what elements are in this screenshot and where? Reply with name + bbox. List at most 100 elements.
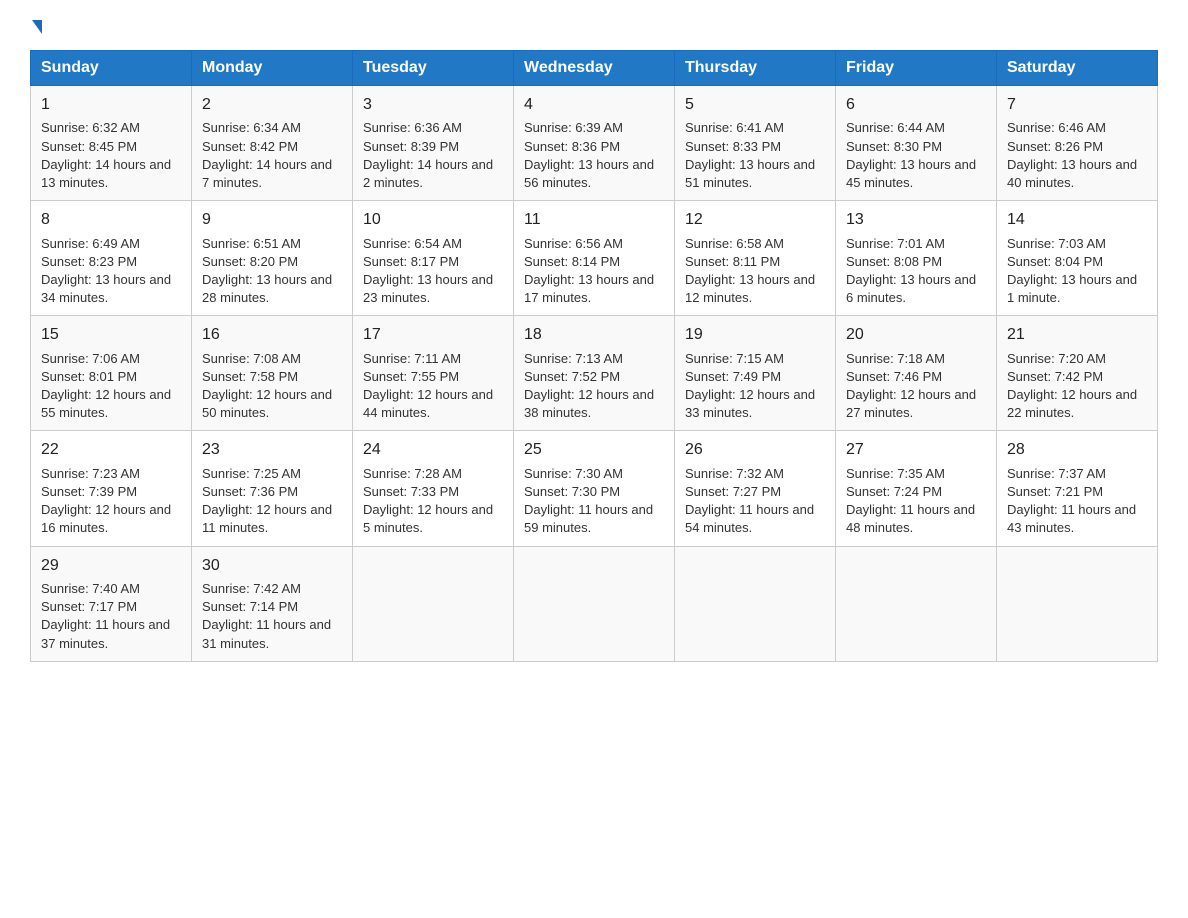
calendar-cell: 30 Sunrise: 7:42 AM Sunset: 7:14 PM Dayligh…	[192, 546, 353, 661]
sunset-text: Sunset: 7:30 PM	[524, 484, 620, 499]
sunset-text: Sunset: 7:42 PM	[1007, 369, 1103, 384]
day-number: 21	[1007, 324, 1147, 346]
sunset-text: Sunset: 8:17 PM	[363, 254, 459, 269]
sunset-text: Sunset: 8:11 PM	[685, 254, 780, 269]
calendar-cell: 18Sunrise: 7:13 AMSunset: 7:52 PMDayligh…	[514, 316, 675, 431]
sunset-text: Sunset: 7:36 PM	[202, 484, 298, 499]
sunrise-text: Sunrise: 7:20 AM	[1007, 351, 1106, 366]
daylight-text: Daylight: 14 hours and 7 minutes.	[202, 157, 332, 190]
sunset-text: Sunset: 8:42 PM	[202, 139, 298, 154]
day-number: 1	[41, 94, 181, 116]
sunrise-text: Sunrise: 7:42 AM	[202, 581, 301, 596]
calendar-week-row: 8Sunrise: 6:49 AMSunset: 8:23 PMDaylight…	[31, 201, 1158, 316]
daylight-text: Daylight: 11 hours and 43 minutes.	[1007, 502, 1136, 535]
sunset-text: Sunset: 8:23 PM	[41, 254, 137, 269]
day-number: 15	[41, 324, 181, 346]
sunset-text: Sunset: 7:14 PM	[202, 599, 298, 614]
day-number: 12	[685, 209, 825, 231]
sunrise-text: Sunrise: 7:06 AM	[41, 351, 140, 366]
sunset-text: Sunset: 8:04 PM	[1007, 254, 1103, 269]
daylight-text: Daylight: 13 hours and 17 minutes.	[524, 272, 654, 305]
sunset-text: Sunset: 8:30 PM	[846, 139, 942, 154]
daylight-text: Daylight: 12 hours and 5 minutes.	[363, 502, 493, 535]
sunrise-text: Sunrise: 6:44 AM	[846, 120, 945, 135]
daylight-text: Daylight: 12 hours and 50 minutes.	[202, 387, 332, 420]
day-number: 30	[202, 555, 342, 577]
sunrise-text: Sunrise: 6:54 AM	[363, 236, 462, 251]
calendar-cell: 3Sunrise: 6:36 AMSunset: 8:39 PMDaylight…	[353, 86, 514, 201]
daylight-text: Daylight: 12 hours and 33 minutes.	[685, 387, 815, 420]
sunset-text: Sunset: 8:08 PM	[846, 254, 942, 269]
calendar-header: SundayMondayTuesdayWednesdayThursdayFrid…	[31, 51, 1158, 86]
calendar-cell: 21 Sunrise: 7:20 AM Sunset: 7:42 PM Dayligh…	[997, 316, 1158, 431]
calendar-cell: 28 Sunrise: 7:37 AM Sunset: 7:21 PM Dayligh…	[997, 431, 1158, 546]
sunset-text: Sunset: 8:20 PM	[202, 254, 298, 269]
sunset-text: Sunset: 8:33 PM	[685, 139, 781, 154]
sunset-text: Sunset: 7:24 PM	[846, 484, 942, 499]
sunset-text: Sunset: 8:14 PM	[524, 254, 620, 269]
calendar-cell: 6Sunrise: 6:44 AMSunset: 8:30 PMDaylight…	[836, 86, 997, 201]
calendar-body: 1Sunrise: 6:32 AMSunset: 8:45 PMDaylight…	[31, 86, 1158, 662]
sunset-text: Sunset: 7:21 PM	[1007, 484, 1103, 499]
daylight-text: Daylight: 13 hours and 34 minutes.	[41, 272, 171, 305]
calendar-cell: 19Sunrise: 7:15 AMSunset: 7:49 PMDayligh…	[675, 316, 836, 431]
day-number: 23	[202, 439, 342, 461]
calendar-cell: 16Sunrise: 7:08 AMSunset: 7:58 PMDayligh…	[192, 316, 353, 431]
sunset-text: Sunset: 7:39 PM	[41, 484, 137, 499]
day-number: 22	[41, 439, 181, 461]
calendar-cell: 27Sunrise: 7:35 AMSunset: 7:24 PMDayligh…	[836, 431, 997, 546]
calendar-table: SundayMondayTuesdayWednesdayThursdayFrid…	[30, 50, 1158, 662]
daylight-text: Daylight: 14 hours and 13 minutes.	[41, 157, 171, 190]
daylight-text: Daylight: 12 hours and 27 minutes.	[846, 387, 976, 420]
day-number: 7	[1007, 94, 1147, 116]
day-number: 14	[1007, 209, 1147, 231]
day-number: 16	[202, 324, 342, 346]
day-number: 4	[524, 94, 664, 116]
calendar-week-row: 22Sunrise: 7:23 AMSunset: 7:39 PMDayligh…	[31, 431, 1158, 546]
daylight-text: Daylight: 13 hours and 1 minute.	[1007, 272, 1137, 305]
weekday-header-tuesday: Tuesday	[353, 51, 514, 86]
sunrise-text: Sunrise: 7:18 AM	[846, 351, 945, 366]
daylight-text: Daylight: 12 hours and 16 minutes.	[41, 502, 171, 535]
sunset-text: Sunset: 7:55 PM	[363, 369, 459, 384]
sunrise-text: Sunrise: 6:46 AM	[1007, 120, 1106, 135]
day-number: 25	[524, 439, 664, 461]
sunset-text: Sunset: 7:58 PM	[202, 369, 298, 384]
calendar-cell: 20Sunrise: 7:18 AMSunset: 7:46 PMDayligh…	[836, 316, 997, 431]
sunset-text: Sunset: 8:01 PM	[41, 369, 137, 384]
calendar-cell: 14 Sunrise: 7:03 AM Sunset: 8:04 PM Dayligh…	[997, 201, 1158, 316]
day-number: 13	[846, 209, 986, 231]
calendar-cell: 2 Sunrise: 6:34 AM Sunset: 8:42 PM Daylight…	[192, 86, 353, 201]
sunrise-text: Sunrise: 7:40 AM	[41, 581, 140, 596]
sunset-text: Sunset: 8:36 PM	[524, 139, 620, 154]
calendar-week-row: 1Sunrise: 6:32 AMSunset: 8:45 PMDaylight…	[31, 86, 1158, 201]
calendar-week-row: 15 Sunrise: 7:06 AM Sunset: 8:01 PM Dayligh…	[31, 316, 1158, 431]
calendar-cell	[514, 546, 675, 661]
sunrise-text: Sunrise: 6:41 AM	[685, 120, 784, 135]
daylight-text: Daylight: 11 hours and 54 minutes.	[685, 502, 814, 535]
sunrise-text: Sunrise: 7:03 AM	[1007, 236, 1106, 251]
page-header	[30, 20, 1158, 34]
calendar-cell: 12Sunrise: 6:58 AMSunset: 8:11 PMDayligh…	[675, 201, 836, 316]
sunrise-text: Sunrise: 6:36 AM	[363, 120, 462, 135]
sunrise-text: Sunrise: 6:34 AM	[202, 120, 301, 135]
daylight-text: Daylight: 13 hours and 28 minutes.	[202, 272, 332, 305]
sunrise-text: Sunrise: 7:37 AM	[1007, 466, 1106, 481]
calendar-cell: 4Sunrise: 6:39 AMSunset: 8:36 PMDaylight…	[514, 86, 675, 201]
daylight-text: Daylight: 13 hours and 45 minutes.	[846, 157, 976, 190]
sunset-text: Sunset: 7:27 PM	[685, 484, 781, 499]
day-number: 28	[1007, 439, 1147, 461]
sunrise-text: Sunrise: 7:11 AM	[363, 351, 461, 366]
day-number: 2	[202, 94, 342, 116]
calendar-cell: 9Sunrise: 6:51 AMSunset: 8:20 PMDaylight…	[192, 201, 353, 316]
calendar-cell: 1Sunrise: 6:32 AMSunset: 8:45 PMDaylight…	[31, 86, 192, 201]
logo	[30, 20, 42, 34]
weekday-header-sunday: Sunday	[31, 51, 192, 86]
calendar-cell	[675, 546, 836, 661]
daylight-text: Daylight: 12 hours and 44 minutes.	[363, 387, 493, 420]
daylight-text: Daylight: 11 hours and 31 minutes.	[202, 617, 331, 650]
daylight-text: Daylight: 12 hours and 22 minutes.	[1007, 387, 1137, 420]
calendar-cell: 15Sunrise: 7:06 AMSunset: 8:01 PMDayligh…	[31, 316, 192, 431]
day-number: 3	[363, 94, 503, 116]
sunrise-text: Sunrise: 6:39 AM	[524, 120, 623, 135]
